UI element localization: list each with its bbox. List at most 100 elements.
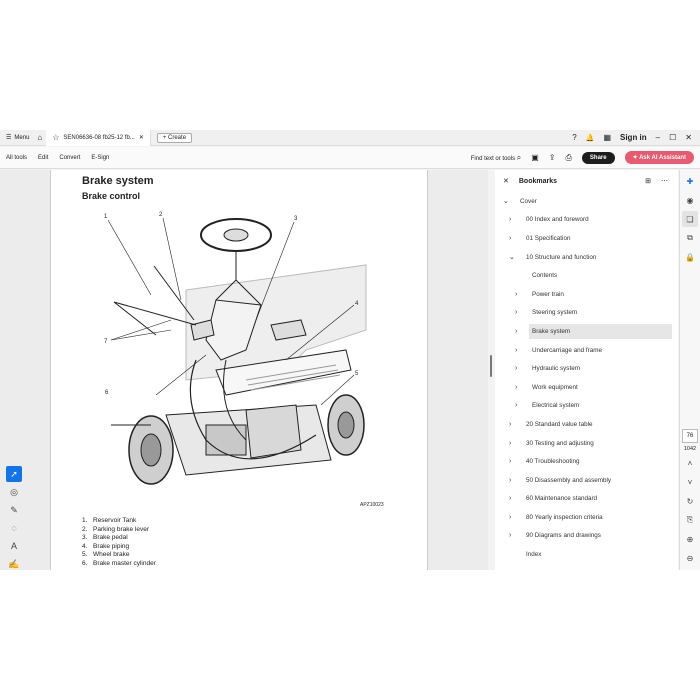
right-rail: ✚ ◉ ❏ ⧉ 🔒 76 1042 ˄ ˅ ↻ ⎘ ⊕ ⊖: [679, 170, 700, 570]
chevron-right-icon[interactable]: ›: [515, 384, 517, 391]
panel-resize-handle[interactable]: [490, 355, 492, 377]
refresh-icon[interactable]: ↻: [682, 493, 698, 509]
bookmark-item[interactable]: › 40 Troubleshooting: [495, 452, 678, 471]
pages-panel-icon[interactable]: ⧉: [682, 230, 698, 246]
select-cursor-icon[interactable]: ➚: [6, 466, 22, 482]
bookmark-item[interactable]: › Steering system: [495, 304, 678, 323]
chevron-right-icon[interactable]: ›: [515, 402, 517, 409]
legend-item: 1. Reservoir Tank: [82, 517, 137, 524]
bookmark-item[interactable]: › 30 Testing and adjusting: [495, 434, 678, 453]
bookmark-item[interactable]: › Work equipment: [495, 378, 678, 397]
chevron-right-icon[interactable]: ›: [509, 514, 511, 521]
close-panel-icon[interactable]: ✕: [503, 177, 509, 185]
chevron-right-icon[interactable]: ›: [509, 235, 511, 242]
bookmark-label: 80 Yearly inspection criteria: [526, 513, 603, 521]
ask-ai-button[interactable]: ✦ Ask AI Assistant: [624, 151, 694, 164]
chevron-down-icon[interactable]: ⌄: [509, 253, 515, 261]
bookmark-item[interactable]: Index: [495, 545, 678, 564]
maximize-icon[interactable]: ☐: [669, 133, 676, 142]
bookmark-item[interactable]: ⌄ 10 Structure and function: [495, 248, 678, 267]
bookmark-item[interactable]: › Undercarriage and frame: [495, 341, 678, 360]
bookmark-label: Work equipment: [532, 383, 578, 391]
chevron-right-icon[interactable]: ›: [515, 328, 517, 335]
bookmark-item[interactable]: › 01 Specification: [495, 229, 678, 248]
extract-page-icon[interactable]: ⎘: [682, 512, 698, 528]
close-window-icon[interactable]: ✕: [685, 133, 692, 142]
chevron-right-icon[interactable]: ›: [515, 291, 517, 298]
bookmark-item[interactable]: › Power train: [495, 285, 678, 304]
bookmark-label: 01 Specification: [526, 234, 571, 242]
pen-icon[interactable]: ✎: [6, 502, 22, 518]
add-bookmark-icon[interactable]: ⊞: [645, 177, 651, 185]
document-tab[interactable]: ☆ SEN06636-08 fb25-12 fb... ✕: [46, 129, 151, 146]
apps-grid-icon[interactable]: ▦: [603, 133, 611, 142]
all-tools-menu[interactable]: All tools: [6, 155, 27, 161]
find-button[interactable]: Find text or tools ⌕: [471, 153, 522, 163]
esign-menu[interactable]: E-Sign: [91, 155, 109, 161]
close-tab-icon[interactable]: ✕: [139, 134, 144, 141]
chevron-right-icon[interactable]: ›: [509, 532, 511, 539]
chevron-right-icon[interactable]: ›: [509, 421, 511, 428]
bookmark-item[interactable]: › 90 Diagrams and drawings: [495, 527, 678, 546]
lock-icon[interactable]: 🔒: [682, 249, 698, 265]
pdf-page: Brake system Brake control 1 2 3 4 5 6 7…: [50, 170, 428, 570]
bookmark-label: 20 Standard value table: [526, 420, 593, 428]
bookmark-item[interactable]: › Electrical system: [495, 397, 678, 416]
share-button[interactable]: Share: [581, 151, 615, 164]
chevron-right-icon[interactable]: ›: [509, 477, 511, 484]
bookmark-item[interactable]: › 80 Yearly inspection criteria: [495, 508, 678, 527]
legend-item: 6. Brake master cylinder: [82, 559, 156, 567]
chevron-right-icon[interactable]: ›: [509, 440, 511, 447]
bookmark-item[interactable]: › Brake system: [495, 322, 678, 341]
page-number-input[interactable]: 76: [682, 429, 698, 443]
chevron-down-icon[interactable]: ⌄: [503, 197, 509, 205]
zoom-out-icon[interactable]: ⊖: [682, 550, 698, 566]
comment-icon[interactable]: ◎: [6, 484, 22, 500]
bookmark-item[interactable]: Contents: [495, 266, 678, 285]
page-title: Brake system: [82, 175, 154, 187]
text-box-icon[interactable]: A: [6, 538, 22, 554]
bookmark-label: 00 Index and foreword: [526, 216, 589, 224]
star-icon[interactable]: ☆: [52, 133, 59, 142]
print-icon[interactable]: ⎙: [566, 153, 572, 163]
bookmark-item[interactable]: ⌄ Cover: [495, 192, 678, 211]
comments-panel-icon[interactable]: ◉: [682, 192, 698, 208]
menu-button[interactable]: ☰ Menu: [0, 134, 35, 142]
chevron-right-icon[interactable]: ›: [515, 365, 517, 372]
minimize-icon[interactable]: –: [656, 133, 660, 142]
ai-panel-icon[interactable]: ✚: [682, 173, 698, 189]
edit-menu[interactable]: Edit: [38, 155, 48, 161]
help-icon[interactable]: ?: [572, 133, 576, 142]
bookmark-item[interactable]: › Hydraulic system: [495, 359, 678, 378]
signature-icon[interactable]: ✍: [6, 556, 22, 570]
home-icon[interactable]: ⌂: [37, 133, 42, 142]
chevron-up-icon[interactable]: ˄: [682, 455, 698, 471]
chevron-right-icon[interactable]: ›: [509, 458, 511, 465]
bookmark-item[interactable]: › 60 Maintenance standard: [495, 490, 678, 509]
page-view-icon[interactable]: ▣: [531, 153, 539, 162]
bookmark-item[interactable]: › 00 Index and foreword: [495, 211, 678, 230]
legend-item: 5. Wheel brake: [82, 551, 130, 558]
chevron-right-icon[interactable]: ›: [509, 216, 511, 223]
callout-7: 7: [104, 339, 108, 345]
zoom-in-icon[interactable]: ⊕: [682, 531, 698, 547]
document-viewport[interactable]: Brake system Brake control 1 2 3 4 5 6 7…: [0, 170, 488, 570]
bookmark-item[interactable]: › 20 Standard value table: [495, 415, 678, 434]
title-bar: ☰ Menu ⌂ ☆ SEN06636-08 fb25-12 fb... ✕ +…: [0, 129, 700, 146]
chevron-down-icon[interactable]: ˅: [682, 474, 698, 490]
page-total: 1042: [683, 446, 697, 452]
upload-cloud-icon[interactable]: ⇪: [549, 153, 556, 162]
bookmark-label: 50 Disassembly and assembly: [526, 476, 612, 484]
chevron-right-icon[interactable]: ›: [509, 495, 511, 502]
chevron-right-icon[interactable]: ›: [515, 309, 517, 316]
convert-menu[interactable]: Convert: [59, 155, 80, 161]
bookmark-item[interactable]: › 50 Disassembly and assembly: [495, 471, 678, 490]
lasso-icon[interactable]: ◌: [6, 520, 22, 536]
more-options-icon[interactable]: ⋯: [661, 177, 668, 185]
bookmarks-panel-icon[interactable]: ❏: [682, 211, 698, 227]
create-button[interactable]: + Create: [156, 132, 193, 143]
chevron-right-icon[interactable]: ›: [515, 347, 517, 354]
sign-in-button[interactable]: Sign in: [620, 133, 647, 142]
legend-item: 4. Brake piping: [82, 542, 130, 550]
bell-icon[interactable]: 🔔: [586, 134, 595, 142]
